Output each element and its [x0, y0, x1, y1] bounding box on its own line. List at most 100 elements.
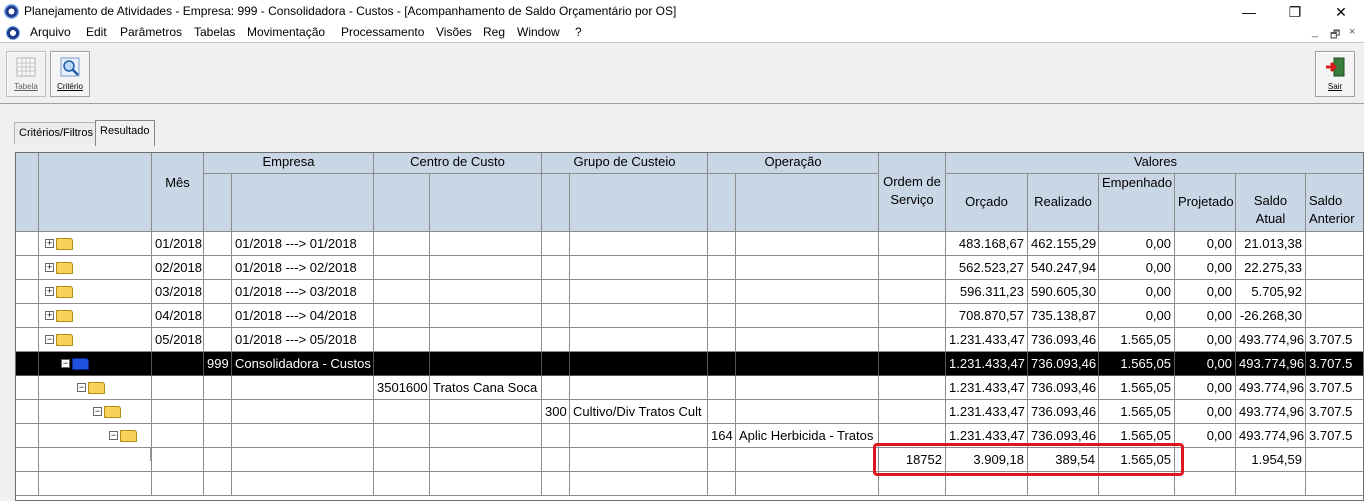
realizado-cell[interactable]: 736.093,46 — [1028, 400, 1099, 424]
periodo-cell[interactable]: 01/2018 ---> 05/2018 — [232, 328, 374, 352]
expand-node-icon[interactable]: + — [45, 287, 54, 296]
tree-node-cell[interactable]: − — [39, 424, 152, 448]
periodo-cell[interactable]: 01/2018 ---> 04/2018 — [232, 304, 374, 328]
grid-cell[interactable] — [542, 280, 570, 304]
grid-cell[interactable] — [204, 472, 232, 496]
grid-cell[interactable] — [542, 448, 570, 472]
saldo-anterior-cell[interactable]: 3.707.5 — [1306, 376, 1363, 400]
sair-button[interactable]: Sair — [1315, 51, 1355, 97]
realizado-cell[interactable]: 736.093,46 — [1028, 352, 1099, 376]
grid-cell[interactable] — [152, 424, 204, 448]
grid-cell[interactable] — [204, 424, 232, 448]
saldo-anterior-cell[interactable]: 3.707.5 — [1306, 400, 1363, 424]
tree-node-cell[interactable]: − — [39, 328, 152, 352]
tree-node-cell[interactable]: + — [39, 232, 152, 256]
projetado-cell[interactable]: 0,00 — [1175, 304, 1236, 328]
grid-cell[interactable] — [570, 256, 708, 280]
grid-cell[interactable] — [708, 280, 736, 304]
menu-movimentacao[interactable]: Movimentação — [247, 25, 325, 39]
saldo-anterior-cell[interactable]: 3.707.5 — [1306, 352, 1363, 376]
tabela-button[interactable]: Tabela — [6, 51, 46, 97]
grid-cell[interactable] — [570, 424, 708, 448]
grid-cell[interactable] — [430, 352, 542, 376]
menu-arquivo[interactable]: Arquivo — [30, 25, 71, 39]
orcado-cell[interactable]: 562.523,27 — [946, 256, 1028, 280]
grid-cell[interactable] — [430, 232, 542, 256]
grid-cell[interactable] — [570, 376, 708, 400]
grid-cell[interactable] — [430, 328, 542, 352]
empenhado-cell[interactable]: 1.565,05 — [1099, 400, 1175, 424]
grid-cell[interactable] — [542, 352, 570, 376]
grid-cell[interactable] — [542, 376, 570, 400]
mes-cell[interactable]: 05/2018 — [152, 328, 204, 352]
operacao-name-cell[interactable]: Aplic Herbicida - Tratos — [736, 424, 879, 448]
projetado-cell[interactable]: 0,00 — [1175, 328, 1236, 352]
realizado-cell[interactable]: 736.093,46 — [1028, 376, 1099, 400]
menu-processamento[interactable]: Processamento — [341, 25, 424, 39]
orcado-cell[interactable]: 596.311,23 — [946, 280, 1028, 304]
grid-cell[interactable] — [430, 304, 542, 328]
menu-parametros[interactable]: Parâmetros — [120, 25, 182, 39]
grid-cell[interactable] — [39, 472, 152, 496]
grid-cell[interactable] — [708, 304, 736, 328]
projetado-cell[interactable]: 0,00 — [1175, 424, 1236, 448]
grid-cell[interactable] — [570, 232, 708, 256]
grid-cell[interactable] — [232, 424, 374, 448]
grid-cell[interactable] — [708, 472, 736, 496]
row-indicator[interactable] — [16, 472, 39, 496]
saldo-anterior-cell[interactable]: 3.707.5 — [1306, 424, 1363, 448]
saldo-anterior-cell[interactable] — [1306, 256, 1363, 280]
tree-node-cell[interactable]: + — [39, 280, 152, 304]
grid-cell[interactable] — [708, 256, 736, 280]
row-indicator[interactable] — [16, 376, 39, 400]
saldo-atual-cell[interactable]: 493.774,96 — [1236, 400, 1306, 424]
grid-cell[interactable] — [570, 472, 708, 496]
grid-cell[interactable] — [1175, 472, 1236, 496]
saldo-atual-cell[interactable]: -26.268,30 — [1236, 304, 1306, 328]
expand-node-icon[interactable]: + — [45, 239, 54, 248]
orcado-cell[interactable]: 1.231.433,47 — [946, 376, 1028, 400]
tree-node-cell[interactable]: − — [39, 376, 152, 400]
mdi-app-icon[interactable] — [6, 26, 20, 40]
grid-cell[interactable] — [204, 400, 232, 424]
saldo-anterior-cell[interactable] — [1306, 448, 1363, 472]
grid-cell[interactable] — [570, 448, 708, 472]
saldo-atual-cell[interactable]: 493.774,96 — [1236, 424, 1306, 448]
grid-cell[interactable] — [879, 280, 946, 304]
grid-cell[interactable] — [374, 448, 430, 472]
periodo-cell[interactable]: 01/2018 ---> 02/2018 — [232, 256, 374, 280]
grid-cell[interactable] — [232, 472, 374, 496]
grid-cell[interactable] — [204, 232, 232, 256]
collapse-node-icon[interactable]: − — [77, 383, 86, 392]
criterio-button[interactable]: Critério — [50, 51, 90, 97]
realizado-cell[interactable]: 462.155,29 — [1028, 232, 1099, 256]
grid-cell[interactable] — [879, 328, 946, 352]
projetado-cell[interactable]: 0,00 — [1175, 352, 1236, 376]
collapse-node-icon[interactable]: − — [109, 431, 118, 440]
projetado-cell[interactable]: 0,00 — [1175, 280, 1236, 304]
grid-cell[interactable] — [736, 280, 879, 304]
realizado-cell[interactable]: 736.093,46 — [1028, 328, 1099, 352]
orcado-cell[interactable]: 483.168,67 — [946, 232, 1028, 256]
mdi-minimize-button[interactable]: _ — [1312, 26, 1318, 38]
grupo-name-cell[interactable]: Cultivo/Div Tratos Cult — [570, 400, 708, 424]
grid-cell[interactable] — [374, 232, 430, 256]
saldo-atual-cell[interactable]: 493.774,96 — [1236, 376, 1306, 400]
close-button[interactable]: ✕ — [1318, 2, 1364, 22]
empresa-code-cell[interactable]: 999 — [204, 352, 232, 376]
restore-button[interactable]: ❐ — [1272, 2, 1318, 22]
grid-cell[interactable] — [542, 472, 570, 496]
grid-cell[interactable] — [708, 448, 736, 472]
projetado-cell[interactable] — [1175, 448, 1236, 472]
grid-cell[interactable] — [708, 376, 736, 400]
grid-cell[interactable] — [736, 400, 879, 424]
minimize-button[interactable]: — — [1226, 2, 1272, 22]
saldo-atual-cell[interactable]: 21.013,38 — [1236, 232, 1306, 256]
row-indicator[interactable] — [16, 232, 39, 256]
collapse-node-icon[interactable]: − — [45, 335, 54, 344]
grid-cell[interactable] — [430, 448, 542, 472]
saldo-atual-cell[interactable]: 22.275,33 — [1236, 256, 1306, 280]
grid-cell[interactable] — [708, 328, 736, 352]
grid-cell[interactable] — [542, 424, 570, 448]
tree-node-cell[interactable]: + — [39, 256, 152, 280]
